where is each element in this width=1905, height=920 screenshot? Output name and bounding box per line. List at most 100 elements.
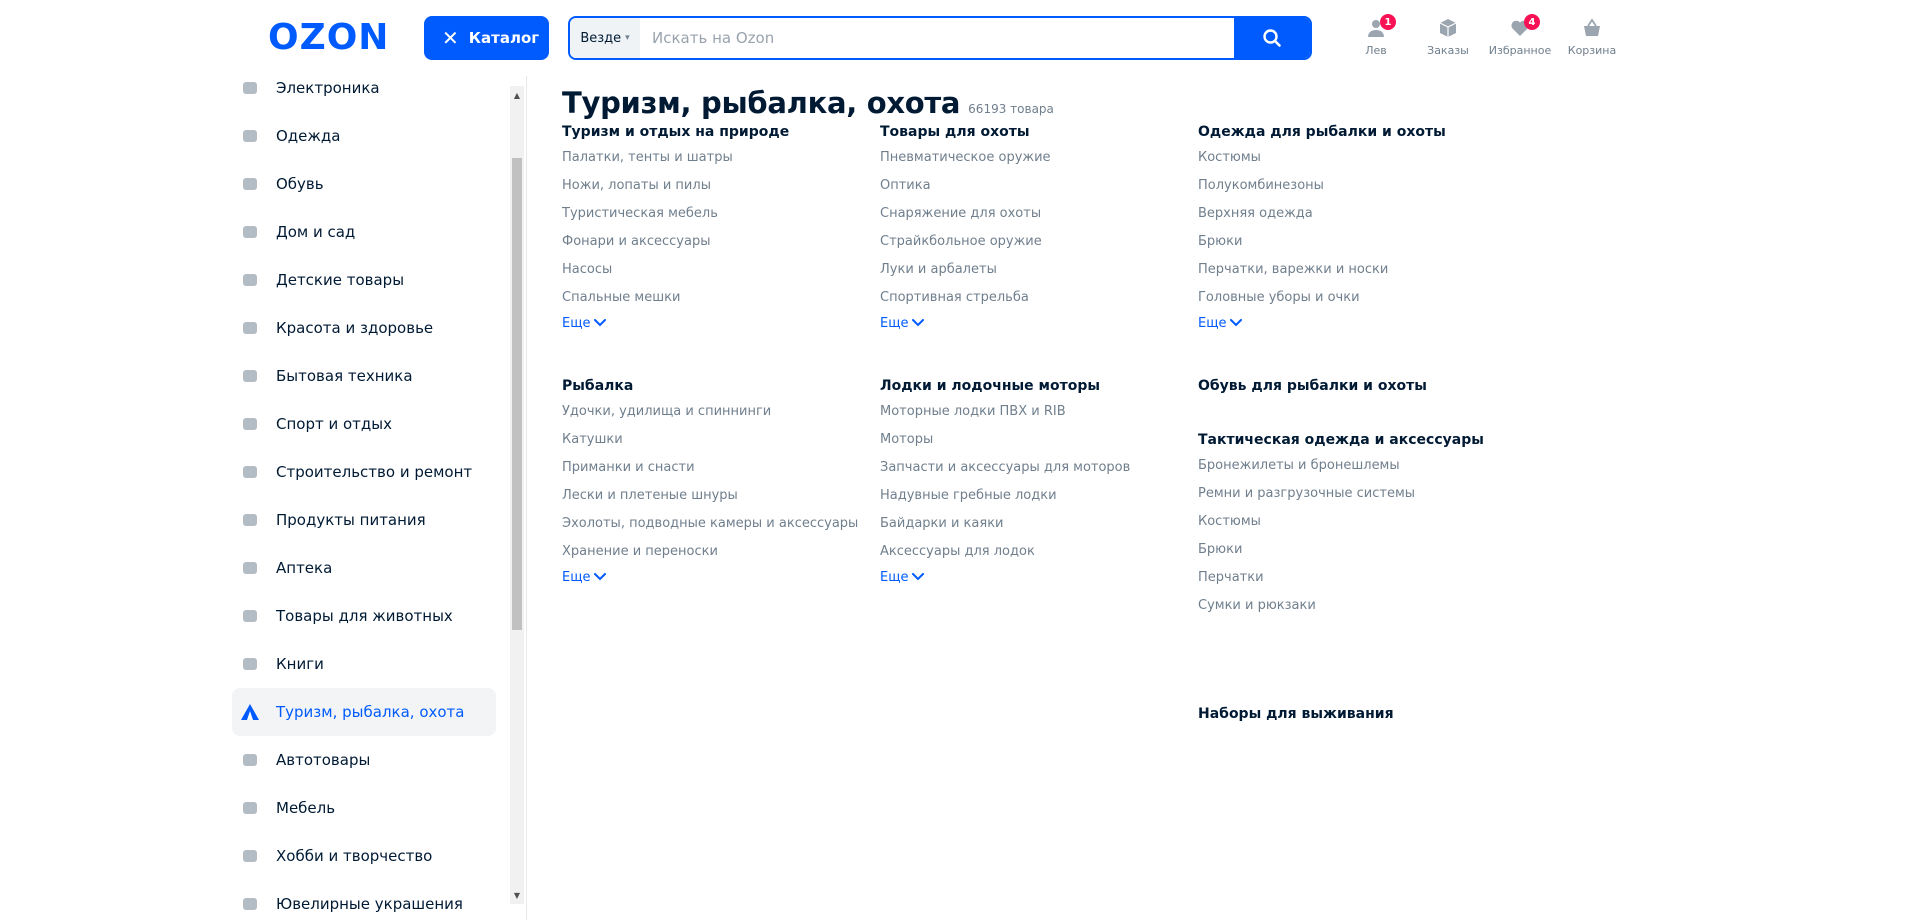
- search-button[interactable]: [1234, 18, 1310, 58]
- subcategory-link[interactable]: Эхолоты, подводные камеры и аксессуары: [562, 510, 858, 538]
- show-more-label: Еще: [562, 316, 591, 331]
- sidebar-item[interactable]: Туризм, рыбалка, охота: [232, 688, 496, 736]
- sidebar-item[interactable]: Дом и сад: [232, 208, 496, 256]
- header-favorites-button[interactable]: 4 Избранное: [1484, 14, 1556, 57]
- subcategory-link[interactable]: Брюки: [1198, 536, 1484, 564]
- subcategory-link[interactable]: Ножи, лопаты и пилы: [562, 172, 789, 200]
- header-user-button[interactable]: 1 Лев: [1340, 14, 1412, 57]
- show-more-link[interactable]: Еще: [1198, 316, 1446, 331]
- sidebar-item[interactable]: Спорт и отдых: [232, 400, 496, 448]
- show-more-link[interactable]: Еще: [562, 570, 858, 585]
- subcategory-title[interactable]: Наборы для выживания: [1198, 706, 1394, 722]
- subcategory-title[interactable]: Лодки и лодочные моторы: [880, 378, 1130, 394]
- subcategory-title[interactable]: Товары для охоты: [880, 124, 1051, 140]
- subcategory-link[interactable]: Костюмы: [1198, 144, 1446, 172]
- subcategory-title[interactable]: Туризм и отдых на природе: [562, 124, 789, 140]
- subcategory-link[interactable]: Спортивная стрельба: [880, 284, 1051, 312]
- subcategory-link[interactable]: Палатки, тенты и шатры: [562, 144, 789, 172]
- sidebar-item-label: Автотовары: [276, 751, 371, 769]
- scrollbar-thumb[interactable]: [512, 158, 522, 630]
- subcategory-link[interactable]: Верхняя одежда: [1198, 200, 1446, 228]
- subcategory-title[interactable]: Тактическая одежда и аксессуары: [1198, 432, 1484, 448]
- subcategory-link[interactable]: Снаряжение для охоты: [880, 200, 1051, 228]
- hammer-icon: [240, 462, 260, 482]
- sidebar-item[interactable]: Автотовары: [232, 736, 496, 784]
- sidebar-item[interactable]: Товары для животных: [232, 592, 496, 640]
- search-scope-select[interactable]: Везде ▾: [570, 18, 640, 58]
- subcategory-link[interactable]: Лески и плетеные шнуры: [562, 482, 858, 510]
- search-scope-label: Везде: [580, 30, 622, 46]
- sidebar-item[interactable]: Аптека: [232, 544, 496, 592]
- show-more-link[interactable]: Еще: [562, 316, 789, 331]
- sofa-icon: [240, 798, 260, 818]
- subcategory-link[interactable]: Пневматическое оружие: [880, 144, 1051, 172]
- subcategory-title[interactable]: Обувь для рыбалки и охоты: [1198, 378, 1427, 394]
- subcategory-link[interactable]: Спальные мешки: [562, 284, 789, 312]
- subcategory-link[interactable]: Ремни и разгрузочные системы: [1198, 480, 1484, 508]
- subcategory-link[interactable]: Аксессуары для лодок: [880, 538, 1130, 566]
- subcategory-group: Обувь для рыбалки и охоты: [1198, 378, 1427, 398]
- subcategory-link[interactable]: Перчатки: [1198, 564, 1484, 592]
- subcategory-group: Тактическая одежда и аксессуары Бронежиле…: [1198, 432, 1484, 620]
- subcategory-link[interactable]: Удочки, удилища и спиннинги: [562, 398, 858, 426]
- sidebar-scrollbar[interactable]: ▲ ▼: [510, 86, 524, 904]
- site-header: OZON ✕ Каталог Везде ▾ 1 Лев: [0, 0, 1905, 76]
- subcategory-link[interactable]: Оптика: [880, 172, 1051, 200]
- sidebar-item[interactable]: Обувь: [232, 160, 496, 208]
- header-orders-button[interactable]: Заказы: [1412, 16, 1484, 57]
- subcategory-link[interactable]: Головные уборы и очки: [1198, 284, 1446, 312]
- scroll-down-arrow-icon[interactable]: ▼: [510, 888, 524, 902]
- sidebar-item[interactable]: Одежда: [232, 112, 496, 160]
- subcategory-link[interactable]: Бронежилеты и бронешлемы: [1198, 452, 1484, 480]
- catalog-button[interactable]: ✕ Каталог: [424, 16, 549, 60]
- subcategory-link[interactable]: Страйкбольное оружие: [880, 228, 1051, 256]
- subcategory-link[interactable]: Полукомбинезоны: [1198, 172, 1446, 200]
- show-more-link[interactable]: Еще: [880, 316, 1051, 331]
- subcategory-link[interactable]: Байдарки и каяки: [880, 510, 1130, 538]
- subcategory-link[interactable]: Хранение и переноски: [562, 538, 858, 566]
- laptop-icon: [240, 78, 260, 98]
- subcategory-link[interactable]: Сумки и рюкзаки: [1198, 592, 1484, 620]
- subcategory-link[interactable]: Приманки и снасти: [562, 454, 858, 482]
- subcategory-link[interactable]: Моторы: [880, 426, 1130, 454]
- subcategory-link[interactable]: Брюки: [1198, 228, 1446, 256]
- subcategory-title[interactable]: Рыбалка: [562, 378, 858, 394]
- shoe-icon: [240, 174, 260, 194]
- sidebar-item[interactable]: Красота и здоровье: [232, 304, 496, 352]
- show-more-label: Еще: [880, 570, 909, 585]
- subcategory-link[interactable]: Надувные гребные лодки: [880, 482, 1130, 510]
- header-cart-button[interactable]: Корзина: [1556, 16, 1628, 57]
- sidebar-item[interactable]: Ювелирные украшения: [232, 880, 496, 920]
- sidebar-item[interactable]: Детские товары: [232, 256, 496, 304]
- subcategory-link[interactable]: Луки и арбалеты: [880, 256, 1051, 284]
- subcategory-link[interactable]: Фонари и аксессуары: [562, 228, 789, 256]
- sidebar-item[interactable]: Книги: [232, 640, 496, 688]
- apple-icon: [240, 510, 260, 530]
- sidebar-item[interactable]: Бытовая техника: [232, 352, 496, 400]
- sidebar-item-label: Строительство и ремонт: [276, 463, 473, 481]
- subcategory-link[interactable]: Запчасти и аксессуары для моторов: [880, 454, 1130, 482]
- search-input[interactable]: [640, 18, 1234, 58]
- sidebar-item-label: Книги: [276, 655, 324, 673]
- subcategory-link[interactable]: Насосы: [562, 256, 789, 284]
- sidebar-item[interactable]: Электроника: [232, 76, 496, 112]
- ozon-logo[interactable]: OZON: [268, 20, 389, 56]
- subcategory-title[interactable]: Одежда для рыбалки и охоты: [1198, 124, 1446, 140]
- chevron-down-icon: [594, 316, 607, 331]
- subcategory-link[interactable]: Туристическая мебель: [562, 200, 789, 228]
- subcategory-link[interactable]: Костюмы: [1198, 508, 1484, 536]
- sidebar-item[interactable]: Хобби и творчество: [232, 832, 496, 880]
- show-more-link[interactable]: Еще: [880, 570, 1130, 585]
- chevron-down-icon: [1230, 316, 1243, 331]
- sidebar-item[interactable]: Строительство и ремонт: [232, 448, 496, 496]
- scroll-up-arrow-icon[interactable]: ▲: [510, 88, 524, 102]
- chevron-down-icon: [912, 316, 925, 331]
- toy-icon: [240, 270, 260, 290]
- subcategory-link[interactable]: Перчатки, варежки и носки: [1198, 256, 1446, 284]
- sidebar-item[interactable]: Мебель: [232, 784, 496, 832]
- sidebar-item[interactable]: Продукты питания: [232, 496, 496, 544]
- chevron-down-icon: [594, 570, 607, 585]
- subcategory-link[interactable]: Моторные лодки ПВХ и RIB: [880, 398, 1130, 426]
- plant-icon: [240, 222, 260, 242]
- subcategory-link[interactable]: Катушки: [562, 426, 858, 454]
